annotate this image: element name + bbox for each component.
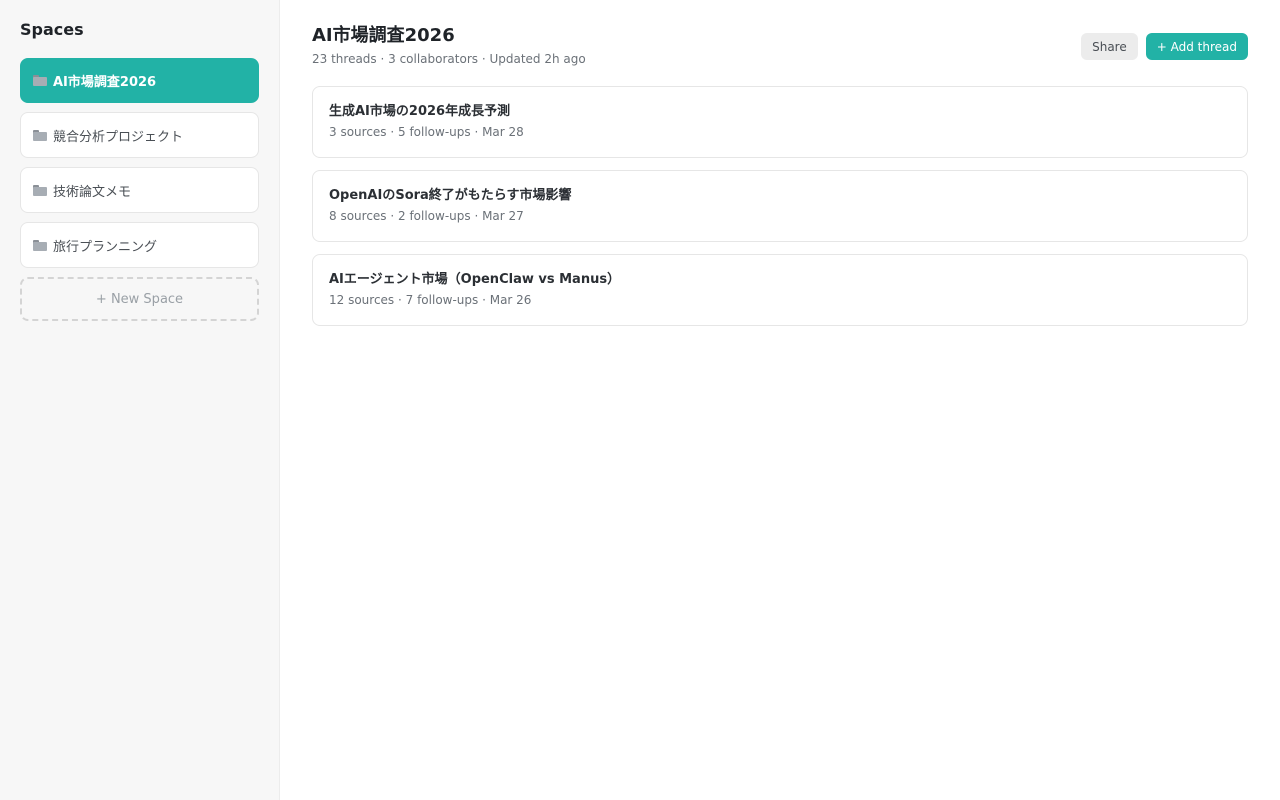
main-content: AI市場調査2026 23 threads · 3 collaborators … bbox=[280, 0, 1280, 800]
sidebar-item-tech-paper-notes[interactable]: 技術論文メモ bbox=[20, 167, 259, 213]
sidebar-item-label: 旅行プランニング bbox=[53, 239, 158, 255]
thread-card[interactable]: 生成AI市場の2026年成長予測 3 sources · 5 follow-up… bbox=[312, 86, 1248, 158]
sidebar: Spaces AI市場調査2026 競合分析プロジェクト 技術論文メモ 旅行プラ… bbox=[0, 0, 280, 800]
thread-meta: 12 sources · 7 follow-ups · Mar 26 bbox=[329, 293, 532, 307]
thread-title: OpenAIのSora終了がもたらす市場影響 bbox=[329, 188, 572, 203]
share-button[interactable]: Share bbox=[1081, 33, 1138, 60]
folder-icon bbox=[33, 239, 47, 251]
sidebar-item-ai-market-research[interactable]: AI市場調査2026 bbox=[20, 58, 259, 103]
page-title: AI市場調査2026 bbox=[312, 25, 455, 46]
page-meta: 23 threads · 3 collaborators · Updated 2… bbox=[312, 52, 586, 66]
page-header: AI市場調査2026 23 threads · 3 collaborators … bbox=[312, 24, 1248, 66]
sidebar-item-label: 技術論文メモ bbox=[53, 184, 132, 200]
thread-title: AIエージェント市場（OpenClaw vs Manus） bbox=[329, 272, 621, 287]
folder-icon bbox=[33, 184, 47, 196]
app-root: Spaces AI市場調査2026 競合分析プロジェクト 技術論文メモ 旅行プラ… bbox=[0, 0, 1280, 800]
sidebar-item-travel-planning[interactable]: 旅行プランニング bbox=[20, 222, 259, 268]
sidebar-title: Spaces bbox=[20, 20, 84, 39]
add-thread-button[interactable]: + Add thread bbox=[1145, 33, 1248, 60]
header-actions: Share + Add thread bbox=[1081, 33, 1248, 60]
sidebar-item-competitor-analysis[interactable]: 競合分析プロジェクト bbox=[20, 112, 259, 158]
thread-meta: 8 sources · 2 follow-ups · Mar 27 bbox=[329, 209, 524, 223]
thread-card[interactable]: AIエージェント市場（OpenClaw vs Manus） 12 sources… bbox=[312, 254, 1248, 326]
thread-title: 生成AI市場の2026年成長予測 bbox=[329, 104, 511, 119]
page-heading: AI市場調査2026 23 threads · 3 collaborators … bbox=[312, 24, 586, 66]
new-space-button[interactable]: + New Space bbox=[20, 277, 259, 321]
folder-icon bbox=[33, 129, 47, 141]
sidebar-item-label: AI市場調査2026 bbox=[53, 75, 157, 90]
thread-card[interactable]: OpenAIのSora終了がもたらす市場影響 8 sources · 2 fol… bbox=[312, 170, 1248, 242]
folder-icon bbox=[33, 75, 47, 86]
thread-meta: 3 sources · 5 follow-ups · Mar 28 bbox=[329, 125, 524, 139]
sidebar-item-label: 競合分析プロジェクト bbox=[53, 129, 184, 145]
